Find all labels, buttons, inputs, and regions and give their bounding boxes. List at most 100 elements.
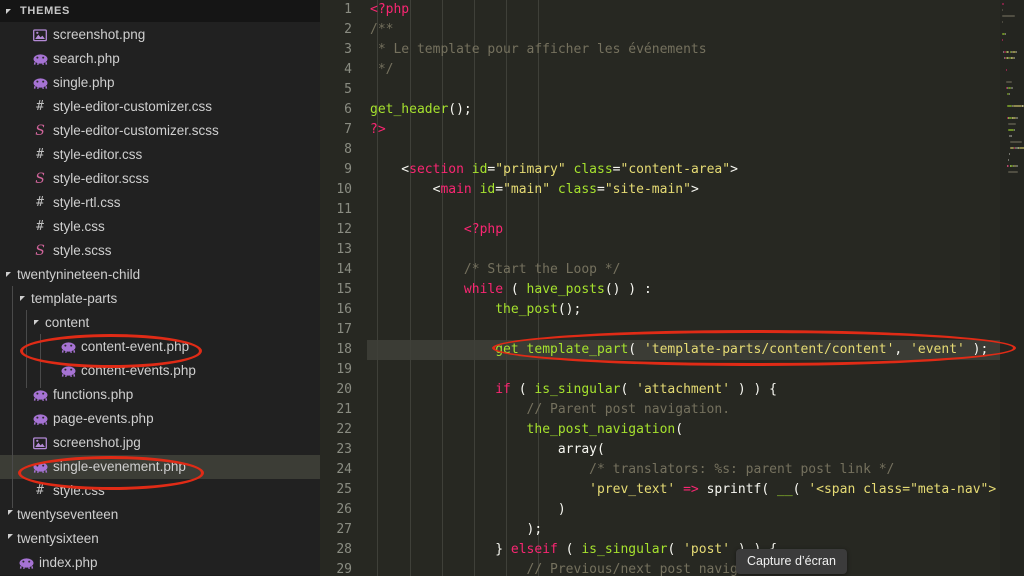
file-tree-item[interactable]: index.php: [0, 551, 320, 575]
chevron-down-icon[interactable]: [18, 287, 31, 311]
code-token: /**: [370, 22, 394, 37]
code-token: 'prev_text': [589, 482, 676, 497]
code-token: /* Start the Loop */: [370, 262, 621, 277]
minimap-line: [1005, 81, 1012, 83]
minimap-line: [1010, 141, 1023, 143]
file-tree-item[interactable]: twentyseventeen: [0, 503, 320, 527]
code-line[interactable]: 5: [320, 80, 1024, 100]
file-tree-item[interactable]: page-events.php: [0, 407, 320, 431]
code-line[interactable]: 22 the_post_navigation(: [320, 420, 1024, 440]
code-line[interactable]: 7 ?>: [320, 120, 1024, 140]
image-file-icon: [31, 23, 49, 47]
file-tree-item[interactable]: # style-editor-customizer.css: [0, 95, 320, 119]
file-tree-item[interactable]: template-parts: [0, 287, 320, 311]
code-line[interactable]: 10 <main id="main" class="site-main">: [320, 180, 1024, 200]
code-lines[interactable]: 1 <?php 2 /** 3 * Le template pour afficher …: [320, 0, 1024, 576]
code-line[interactable]: 11: [320, 200, 1024, 220]
file-tree-item[interactable]: # style.css: [0, 479, 320, 503]
file-tree-item[interactable]: single-evenement.php: [0, 455, 320, 479]
file-tree-item[interactable]: content: [0, 311, 320, 335]
code-line[interactable]: 24 /* translators: %s: parent post link …: [320, 460, 1024, 480]
code-line[interactable]: 3 * Le template pour afficher les événem…: [320, 40, 1024, 60]
code-line[interactable]: 6 get_header();: [320, 100, 1024, 120]
file-tree-item[interactable]: screenshot.jpg: [0, 431, 320, 455]
chevron-right-icon[interactable]: [4, 527, 17, 551]
minimap-line: [1015, 51, 1017, 53]
code-line[interactable]: 12 <?php: [320, 220, 1024, 240]
line-number: 8: [344, 142, 352, 157]
explorer-section-header-themes[interactable]: THEMES: [0, 0, 320, 22]
file-tree-item[interactable]: Sstyle-editor.scss: [0, 167, 320, 191]
line-number: 24: [336, 462, 352, 477]
scss-file-icon: S: [35, 243, 45, 259]
file-tree-item[interactable]: Sstyle.scss: [0, 239, 320, 263]
file-tree-item[interactable]: screenshot.png: [0, 23, 320, 47]
code-line[interactable]: 13: [320, 240, 1024, 260]
code-line[interactable]: 9 <section id="primary" class="content-a…: [320, 160, 1024, 180]
minimap-line: [1002, 3, 1004, 5]
file-tree-item-label: screenshot.jpg: [53, 435, 141, 450]
code-line[interactable]: 21 // Parent post navigation.: [320, 400, 1024, 420]
file-tree-item[interactable]: single.php: [0, 71, 320, 95]
file-tree-item[interactable]: content-events.php: [0, 359, 320, 383]
code-line[interactable]: 19: [320, 360, 1024, 380]
minimap-line: [1011, 87, 1013, 89]
code-line[interactable]: 15 while ( have_posts() ) :: [320, 280, 1024, 300]
file-tree-item[interactable]: content-event.php: [0, 335, 320, 359]
minimap-line: [1005, 69, 1008, 71]
code-editor[interactable]: 1 <?php 2 /** 3 * Le template pour afficher …: [320, 0, 1024, 576]
code-token: ?>: [370, 122, 386, 137]
line-number: 16: [336, 302, 352, 317]
file-tree-item[interactable]: search.php: [0, 47, 320, 71]
code-line[interactable]: 20 if ( is_singular( 'attachment' ) ) {: [320, 380, 1024, 400]
php-file-icon: [31, 407, 49, 431]
code-line-text: // Previous/next post navigation.: [360, 560, 785, 576]
code-line-text: <section id="primary" class="content-are…: [360, 160, 738, 180]
file-tree-item[interactable]: twentynineteen-child: [0, 263, 320, 287]
file-tree-item[interactable]: # style-editor.css: [0, 143, 320, 167]
code-line[interactable]: 23 array(: [320, 440, 1024, 460]
minimap[interactable]: [1000, 0, 1024, 576]
file-tree-item[interactable]: functions.php: [0, 383, 320, 407]
code-line[interactable]: 25 'prev_text' => sprintf( __( '<span cl…: [320, 480, 1024, 500]
code-line[interactable]: 29 // Previous/next post navigation.: [320, 560, 1024, 576]
minimap-line: [1002, 39, 1003, 41]
chevron-down-icon[interactable]: [32, 311, 45, 335]
chevron-right-icon[interactable]: [4, 503, 17, 527]
code-line[interactable]: 4 */: [320, 60, 1024, 80]
code-line[interactable]: 14 /* Start the Loop */: [320, 260, 1024, 280]
code-line[interactable]: 16 the_post();: [320, 300, 1024, 320]
code-token: array: [557, 442, 597, 457]
file-tree-item-label: content-event.php: [81, 339, 190, 354]
chevron-down-icon[interactable]: [4, 263, 17, 287]
code-line[interactable]: 27 );: [320, 520, 1024, 540]
file-tree-item[interactable]: Sstyle-editor-customizer.scss: [0, 119, 320, 143]
code-line[interactable]: 1 <?php: [320, 0, 1024, 20]
file-tree-item[interactable]: twentysixteen: [0, 527, 320, 551]
code-line[interactable]: 28 } elseif ( is_singular( 'post' ) ) {: [320, 540, 1024, 560]
file-tree-item[interactable]: # style-rtl.css: [0, 191, 320, 215]
line-number: 29: [336, 562, 352, 576]
code-line[interactable]: 2 /**: [320, 20, 1024, 40]
code-token: (: [761, 482, 778, 497]
line-number: 19: [336, 362, 352, 377]
code-line[interactable]: 17: [320, 320, 1024, 340]
file-tree-item[interactable]: # style.css: [0, 215, 320, 239]
line-number: 3: [344, 42, 352, 57]
minimap-line: [1018, 147, 1024, 149]
code-line[interactable]: 26 ): [320, 500, 1024, 520]
code-line-active[interactable]: 18 get_template_part( 'template-parts/co…: [320, 340, 1024, 360]
code-token: (: [667, 542, 684, 557]
code-token: =: [612, 162, 621, 177]
code-line[interactable]: 8: [320, 140, 1024, 160]
code-token: "content-area": [620, 162, 731, 177]
code-line-text: );: [360, 520, 543, 540]
